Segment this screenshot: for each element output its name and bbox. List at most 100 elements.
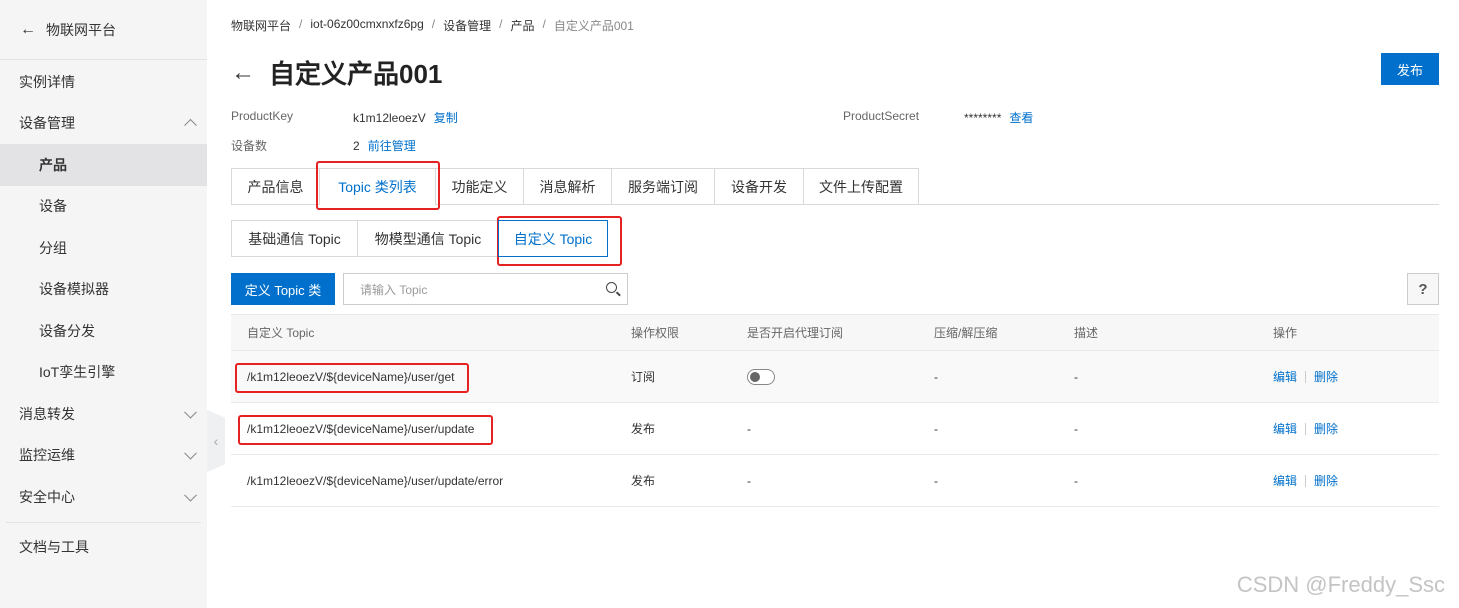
product-secret-label: ProductSecret bbox=[843, 109, 920, 123]
breadcrumb-separator: / bbox=[499, 17, 503, 31]
device-count-row: 2 前往管理 bbox=[353, 137, 416, 154]
proxy-subscribe-toggle[interactable] bbox=[747, 368, 775, 385]
delete-link[interactable]: 删除 bbox=[1314, 420, 1338, 437]
tab-server-subscription[interactable]: 服务端订阅 bbox=[611, 168, 714, 205]
topic-cell: /k1m12leoezV/${deviceName}/user/update/e… bbox=[247, 473, 504, 488]
topic-search-input[interactable]: 请输入 Topic bbox=[343, 273, 628, 305]
tab-message-parsing[interactable]: 消息解析 bbox=[523, 168, 611, 205]
sidebar: ← 物联网平台 实例详情 设备管理 产品 设备 分组 设备模拟器 设备分发 Io… bbox=[0, 0, 207, 608]
main-content: 物联网平台 / iot-06z00cmxnxfz6pg / 设备管理 / 产品 … bbox=[231, 0, 1439, 608]
define-topic-button[interactable]: 定义 Topic 类 bbox=[231, 273, 335, 305]
search-icon[interactable] bbox=[606, 282, 617, 293]
chevron-down-icon bbox=[184, 488, 197, 502]
sidebar-item-iot-twin-engine[interactable]: IoT孪生引擎 bbox=[0, 352, 207, 394]
subtab-basic-topic[interactable]: 基础通信 Topic bbox=[231, 220, 358, 257]
chevron-up-icon bbox=[184, 119, 197, 132]
description-cell: - bbox=[1074, 421, 1078, 436]
chevron-down-icon bbox=[184, 447, 197, 460]
sidebar-item-label: 安全中心 bbox=[19, 488, 75, 505]
topic-table: 自定义 Topic 操作权限 是否开启代理订阅 压缩/解压缩 描述 操作 /k1… bbox=[231, 314, 1439, 507]
compress-cell: - bbox=[934, 421, 938, 436]
column-header: 描述 bbox=[1074, 326, 1099, 340]
copy-link[interactable]: 复制 bbox=[434, 111, 458, 125]
breadcrumb-item[interactable]: 产品 bbox=[510, 17, 534, 34]
sidebar-item-group[interactable]: 分组 bbox=[0, 227, 207, 269]
sidebar-back-title: 物联网平台 bbox=[46, 21, 116, 38]
breadcrumb-separator: / bbox=[542, 17, 546, 31]
annotation-box bbox=[235, 363, 469, 393]
breadcrumb: 物联网平台 / iot-06z00cmxnxfz6pg / 设备管理 / 产品 … bbox=[231, 17, 634, 34]
manage-link[interactable]: 前往管理 bbox=[368, 139, 416, 153]
action-divider bbox=[1305, 422, 1307, 435]
sidebar-item-label: 产品 bbox=[39, 156, 67, 173]
sidebar-item-device[interactable]: 设备 bbox=[0, 186, 207, 228]
watermark: CSDN @Freddy_Ssc bbox=[1236, 572, 1445, 597]
column-header: 是否开启代理订阅 bbox=[747, 326, 844, 340]
delete-link[interactable]: 删除 bbox=[1314, 472, 1338, 489]
breadcrumb-separator: / bbox=[431, 17, 436, 31]
sidebar-item-label: 消息转发 bbox=[19, 405, 75, 422]
permission-cell: 订阅 bbox=[631, 370, 656, 384]
sidebar-item-instance-detail[interactable]: 实例详情 bbox=[0, 61, 207, 103]
sidebar-item-device-management[interactable]: 设备管理 bbox=[0, 103, 207, 145]
sidebar-item-device-distribution[interactable]: 设备分发 bbox=[0, 310, 207, 352]
chevron-down-icon bbox=[184, 405, 197, 419]
product-secret-row: ******** 查看 bbox=[964, 109, 1033, 126]
view-link[interactable]: 查看 bbox=[1009, 111, 1033, 125]
tab-function-definition[interactable]: 功能定义 bbox=[435, 168, 523, 205]
sidebar-divider bbox=[6, 521, 201, 523]
search-placeholder: 请输入 Topic bbox=[360, 282, 428, 297]
proxy-cell: - bbox=[747, 473, 751, 488]
back-arrow-icon[interactable]: ← bbox=[231, 59, 255, 87]
sidebar-item-label: 设备管理 bbox=[19, 115, 75, 132]
sidebar-item-device-simulator[interactable]: 设备模拟器 bbox=[0, 269, 207, 311]
help-button[interactable]: ? bbox=[1407, 273, 1439, 305]
compress-cell: - bbox=[934, 369, 938, 384]
page-title-row: ← 自定义产品001 bbox=[231, 54, 442, 91]
sidebar-collapse-handle[interactable]: ‹ bbox=[207, 410, 225, 472]
action-divider bbox=[1305, 474, 1307, 487]
product-key-row: k1m12leoezV 复制 bbox=[353, 109, 458, 126]
product-secret-value: ******** bbox=[964, 111, 1002, 125]
description-cell: - bbox=[1074, 473, 1078, 488]
tab-file-upload-config[interactable]: 文件上传配置 bbox=[803, 168, 919, 205]
sidebar-item-product[interactable]: 产品 bbox=[0, 144, 207, 186]
proxy-cell: - bbox=[747, 421, 751, 436]
sidebar-back[interactable]: ← 物联网平台 bbox=[0, 0, 207, 60]
action-divider bbox=[1305, 370, 1307, 383]
device-count-value: 2 bbox=[353, 139, 360, 153]
breadcrumb-item[interactable]: iot-06z00cmxnxfz6pg bbox=[310, 17, 423, 34]
permission-cell: 发布 bbox=[631, 422, 656, 436]
table-header: 自定义 Topic 操作权限 是否开启代理订阅 压缩/解压缩 描述 操作 bbox=[231, 314, 1439, 351]
sidebar-item-message-forwarding[interactable]: 消息转发 bbox=[0, 393, 207, 435]
sidebar-item-label: 分组 bbox=[39, 239, 67, 256]
tab-device-development[interactable]: 设备开发 bbox=[714, 168, 803, 205]
edit-link[interactable]: 编辑 bbox=[1273, 420, 1297, 437]
description-cell: - bbox=[1074, 369, 1078, 384]
device-count-label: 设备数 bbox=[231, 139, 268, 153]
breadcrumb-separator: / bbox=[299, 17, 303, 31]
edit-link[interactable]: 编辑 bbox=[1273, 472, 1297, 489]
subtab-model-topic[interactable]: 物模型通信 Topic bbox=[357, 220, 499, 257]
annotation-box bbox=[238, 415, 493, 445]
compress-cell: - bbox=[934, 473, 938, 488]
sidebar-item-security-center[interactable]: 安全中心 bbox=[0, 476, 207, 518]
sidebar-item-monitoring[interactable]: 监控运维 bbox=[0, 435, 207, 477]
breadcrumb-item[interactable]: 设备管理 bbox=[443, 17, 491, 34]
product-key-value: k1m12leoezV bbox=[353, 111, 426, 125]
sidebar-item-label: 实例详情 bbox=[19, 73, 75, 90]
permission-cell: 发布 bbox=[631, 474, 656, 488]
sidebar-item-docs-tools[interactable]: 文档与工具 bbox=[0, 527, 207, 569]
publish-button[interactable]: 发布 bbox=[1381, 53, 1439, 85]
sidebar-item-label: 文档与工具 bbox=[19, 539, 89, 556]
actions-cell: 编辑 删除 bbox=[1273, 368, 1439, 385]
tab-product-info[interactable]: 产品信息 bbox=[231, 168, 319, 205]
actions-cell: 编辑 删除 bbox=[1273, 472, 1439, 489]
breadcrumb-item[interactable]: 物联网平台 bbox=[231, 17, 291, 34]
proxy-cell bbox=[747, 368, 934, 385]
subtab-custom-topic[interactable]: 自定义 Topic bbox=[498, 220, 608, 257]
edit-link[interactable]: 编辑 bbox=[1273, 368, 1297, 385]
column-header: 自定义 Topic bbox=[247, 326, 315, 340]
sidebar-item-label: 设备 bbox=[39, 198, 67, 215]
delete-link[interactable]: 删除 bbox=[1314, 368, 1338, 385]
